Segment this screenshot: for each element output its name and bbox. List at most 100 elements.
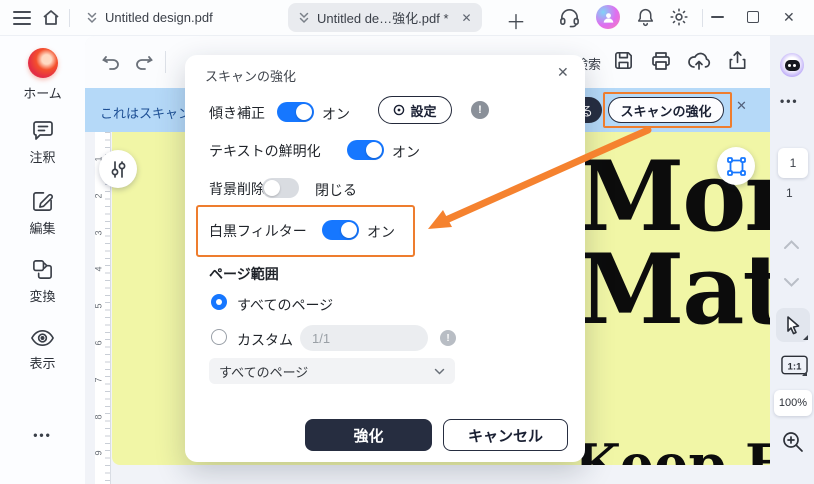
home-button[interactable] <box>41 8 61 28</box>
eye-icon <box>30 329 55 347</box>
panel-more-button[interactable]: ••• <box>780 94 799 108</box>
text-sharpen-label: テキストの鮮明化 <box>209 143 321 159</box>
remove-background-state: 閉じる <box>315 182 357 198</box>
deskew-state: オン <box>322 106 350 122</box>
bell-icon <box>637 8 654 27</box>
undo-button[interactable] <box>100 50 122 72</box>
cloud-upload-icon <box>688 52 711 70</box>
custom-range-info-icon[interactable]: ! <box>440 330 456 346</box>
page-range-dropdown[interactable]: すべてのページ <box>209 358 455 384</box>
zoom-in-icon <box>783 432 803 452</box>
home-icon <box>43 10 59 25</box>
hamburger-icon <box>13 11 31 25</box>
sidebar-item-home[interactable]: ホーム <box>0 48 85 102</box>
dropdown-value: すべてのページ <box>219 364 309 380</box>
avatar-icon <box>596 5 620 29</box>
bw-filter-state: オン <box>367 224 395 240</box>
deskew-label: 傾き補正 <box>209 105 265 121</box>
sliders-icon <box>111 160 125 178</box>
current-page-input[interactable]: 1 <box>778 148 808 178</box>
new-tab-button[interactable]: ＋ <box>506 6 526 35</box>
toolbar-divider <box>165 51 166 73</box>
dialog-close-icon[interactable]: ✕ <box>557 64 569 81</box>
ruler-mark: 2 <box>93 193 104 199</box>
all-pages-label: すべてのページ <box>237 297 334 313</box>
remove-background-toggle[interactable] <box>262 178 299 198</box>
sidebar-item-annotate[interactable]: 注釈 <box>0 120 85 166</box>
bw-filter-label: 白黒フィルター <box>209 223 307 239</box>
sidebar-item-edit[interactable]: 編集 <box>0 190 85 237</box>
custom-range-radio[interactable] <box>211 329 227 345</box>
custom-range-label: カスタム <box>237 332 293 348</box>
ai-assistant-button[interactable] <box>780 53 804 77</box>
chevron-double-down-icon <box>299 12 309 23</box>
next-page-button[interactable] <box>783 277 800 288</box>
app-logo-icon <box>27 48 58 78</box>
bw-filter-toggle[interactable] <box>322 220 359 240</box>
text-sharpen-toggle[interactable] <box>347 140 384 160</box>
minimize-button[interactable] <box>711 16 724 18</box>
ruler-mark: 6 <box>93 340 104 346</box>
sidebar-item-label: ホーム <box>23 86 62 101</box>
scan-enhancement-dialog: スキャンの強化 ✕ 傾き補正 オン 設定 ! テキストの鮮明化 オン 背景削除 … <box>185 55 585 462</box>
tab-close-icon[interactable]: ✕ <box>462 11 472 25</box>
chevron-down-icon <box>784 278 799 287</box>
banner-close-icon[interactable]: ✕ <box>736 98 747 114</box>
tab-label: Untitled design.pdf <box>105 10 213 25</box>
custom-range-input[interactable] <box>300 325 428 351</box>
document-footer-text: Keep F <box>574 432 770 465</box>
cloud-upload-button[interactable] <box>686 48 712 74</box>
ruler-mark: 8 <box>93 414 104 420</box>
deskew-info-icon[interactable]: ! <box>471 101 489 119</box>
sidebar-item-label: 表示 <box>29 356 56 371</box>
svg-text:1:1: 1:1 <box>787 361 802 372</box>
sidebar-item-view[interactable]: 表示 <box>0 328 85 372</box>
ruler-mark: 7 <box>93 377 104 383</box>
titlebar: Untitled design.pdf Untitled de…強化.pdf *… <box>0 0 814 36</box>
previous-page-button[interactable] <box>783 239 800 250</box>
minimize-icon <box>711 16 724 18</box>
titlebar-divider <box>702 9 703 27</box>
maximize-button[interactable] <box>747 11 759 23</box>
all-pages-radio[interactable] <box>211 294 227 310</box>
sidebar-item-label: 注釈 <box>29 150 56 165</box>
notifications-button[interactable] <box>635 7 656 28</box>
zoom-level-button[interactable]: 100% <box>774 390 812 416</box>
tab-untitled-enhanced[interactable]: Untitled de…強化.pdf * ✕ <box>288 3 482 32</box>
support-button[interactable] <box>558 6 581 29</box>
crop-frame-icon <box>726 156 746 176</box>
banner-enhance-scan-button[interactable]: スキャンの強化 <box>608 97 724 123</box>
tab-untitled-design[interactable]: Untitled design.pdf <box>76 3 223 32</box>
cursor-icon <box>787 316 800 335</box>
print-icon <box>652 52 670 70</box>
ruler-mark: 3 <box>93 230 104 236</box>
sidebar-item-convert[interactable]: 変換 <box>0 258 85 305</box>
deskew-settings-button[interactable]: 設定 <box>378 96 452 124</box>
account-avatar[interactable] <box>596 5 620 29</box>
enhance-button[interactable]: 強化 <box>305 419 432 451</box>
pointer-tool-button[interactable] <box>776 308 810 342</box>
cancel-button[interactable]: キャンセル <box>443 419 568 451</box>
submenu-indicator <box>803 335 808 340</box>
redo-button[interactable] <box>133 50 155 72</box>
edit-pencil-icon <box>33 192 53 211</box>
save-icon <box>615 52 632 69</box>
select-frame-button[interactable] <box>717 147 755 185</box>
share-button[interactable] <box>726 49 749 72</box>
more-horizontal-icon: ••• <box>33 428 52 442</box>
sidebar-more-button[interactable]: ••• <box>0 428 85 442</box>
deskew-toggle[interactable] <box>277 102 314 122</box>
adjustments-button[interactable] <box>99 150 137 188</box>
print-button[interactable] <box>649 49 673 73</box>
settings-button[interactable] <box>668 6 690 28</box>
dialog-title: スキャンの強化 <box>205 69 297 84</box>
actual-size-button[interactable]: 1:1 <box>779 352 809 378</box>
zoom-in-button[interactable] <box>781 430 805 454</box>
ruler-mark: 4 <box>93 266 104 272</box>
person-icon <box>603 12 613 23</box>
window-close-button[interactable]: ✕ <box>783 9 795 26</box>
page-range-heading: ページ範囲 <box>209 266 279 282</box>
tab-label: Untitled de…強化.pdf * <box>317 11 449 26</box>
save-button[interactable] <box>612 49 635 72</box>
hamburger-menu-button[interactable] <box>12 10 32 26</box>
